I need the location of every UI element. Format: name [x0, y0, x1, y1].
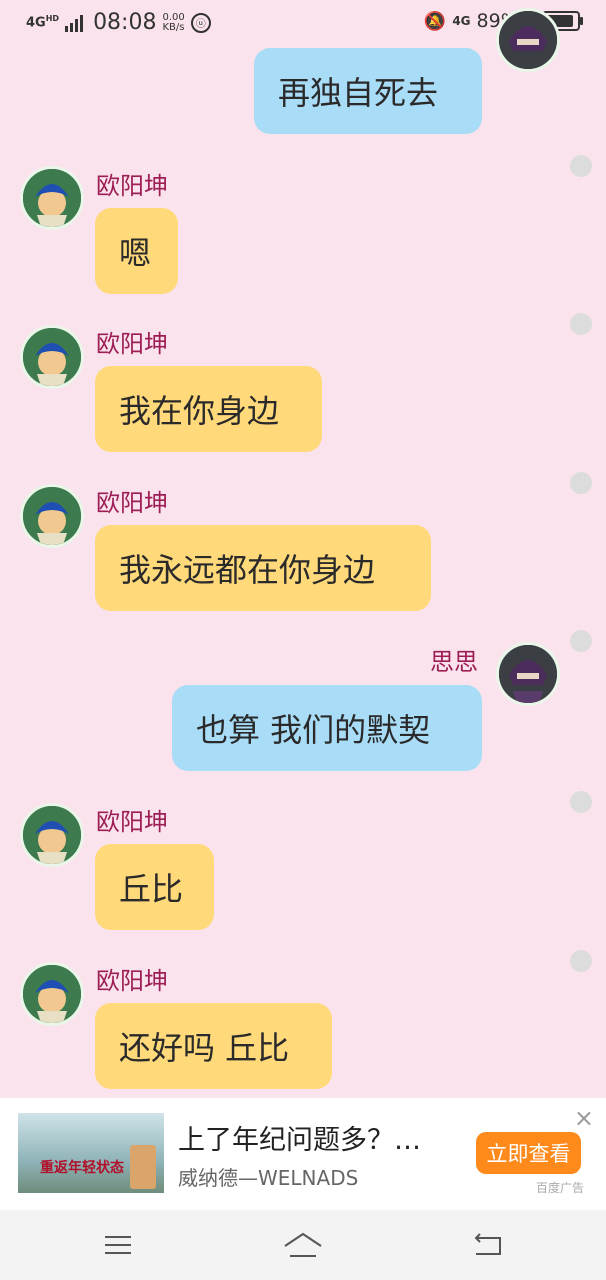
sender-name: 欧阳坤 — [96, 967, 168, 995]
avatar-character-icon — [23, 328, 81, 386]
message-text: 嗯 — [119, 234, 152, 272]
message-text: 我在你身边 — [119, 392, 280, 430]
avatar[interactable] — [20, 803, 84, 867]
unread-dot — [570, 630, 592, 652]
home-button[interactable] — [281, 1230, 325, 1260]
navigation-bar — [0, 1210, 606, 1280]
menu-icon — [105, 1236, 131, 1254]
network-type-left: 4GHD — [26, 14, 60, 31]
ad-advertiser: 威纳德—WELNADS — [178, 1166, 359, 1190]
sender-name: 欧阳坤 — [96, 172, 168, 200]
sender-name: 思思 — [430, 648, 478, 676]
unread-dot — [570, 155, 592, 177]
ad-cta-button[interactable]: 立即查看 — [476, 1132, 581, 1174]
message-text: 再独自死去 — [278, 74, 439, 112]
clock: 08:08 — [93, 10, 157, 35]
menu-button[interactable] — [100, 1230, 136, 1260]
unread-dot — [570, 791, 592, 813]
message-text: 丘比 — [119, 870, 184, 908]
network-speed: 0.00 KB/s — [162, 11, 185, 33]
chat-bubble[interactable]: 我永远都在你身边 — [95, 525, 431, 611]
avatar[interactable] — [20, 166, 84, 230]
avatar[interactable] — [20, 484, 84, 548]
ad-label: 百度广告 — [535, 1181, 584, 1195]
avatar-character-icon — [23, 169, 81, 227]
ad-thumbnail[interactable]: 重返年轻状态 — [18, 1113, 164, 1193]
ad-title[interactable]: 上了年纪问题多？… — [178, 1118, 458, 1157]
message-text: 我永远都在你身边 — [119, 551, 376, 589]
ad-thumbnail-text: 重返年轻状态 — [40, 1160, 124, 1176]
vpn-icon: ⓤ — [190, 12, 211, 33]
message-text: 还好吗 丘比 — [119, 1029, 290, 1067]
home-icon — [284, 1232, 322, 1257]
mute-bell-icon: 🔕 — [423, 10, 447, 32]
chat-bubble[interactable]: 嗯 — [95, 208, 178, 294]
unread-dot — [570, 472, 592, 494]
chat-bubble[interactable]: 还好吗 丘比 — [95, 1003, 332, 1089]
avatar[interactable] — [20, 325, 84, 389]
avatar[interactable] — [20, 962, 84, 1026]
signal-icon — [65, 14, 84, 32]
product-jar-icon — [130, 1145, 156, 1189]
unread-dot — [570, 313, 592, 335]
back-icon — [474, 1233, 501, 1255]
avatar-character-icon — [23, 806, 81, 864]
close-icon[interactable]: × — [574, 1104, 594, 1132]
sender-name: 欧阳坤 — [96, 330, 168, 358]
chat-bubble[interactable]: 再独自死去 — [254, 48, 482, 134]
back-button[interactable] — [470, 1230, 506, 1260]
chat-bubble[interactable]: 我在你身边 — [95, 366, 322, 452]
sender-name: 欧阳坤 — [96, 808, 168, 836]
avatar-character-icon — [499, 645, 557, 703]
avatar[interactable] — [496, 8, 560, 72]
avatar-character-icon — [499, 11, 557, 69]
sender-name: 欧阳坤 — [96, 489, 168, 517]
avatar-character-icon — [23, 965, 81, 1023]
message-text: 也算 我们的默契 — [196, 711, 431, 749]
chat-bubble[interactable]: 丘比 — [95, 844, 214, 930]
network-type-right: 4G — [452, 14, 471, 28]
unread-dot — [570, 950, 592, 972]
ad-banner[interactable]: 重返年轻状态 上了年纪问题多？… 威纳德—WELNADS 立即查看 × 百度广告 — [0, 1098, 606, 1210]
avatar-character-icon — [23, 487, 81, 545]
avatar[interactable] — [496, 642, 560, 706]
chat-bubble[interactable]: 也算 我们的默契 — [172, 685, 482, 771]
